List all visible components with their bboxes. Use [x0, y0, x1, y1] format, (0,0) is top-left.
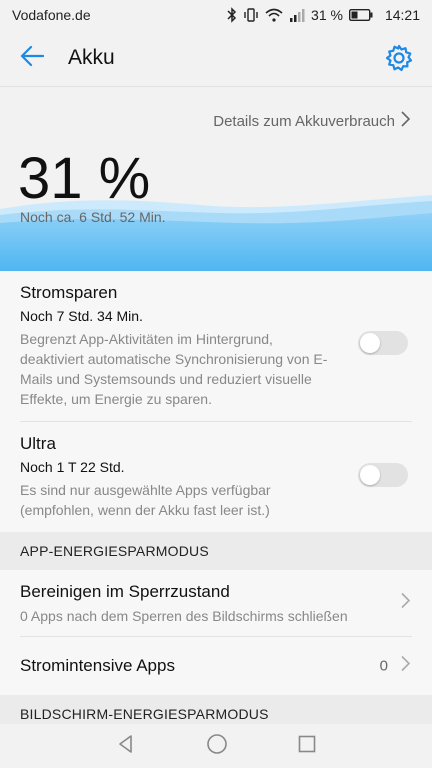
gear-icon — [384, 44, 414, 77]
power-saving-title: Stromsparen — [20, 283, 118, 302]
lock-cleanup-item[interactable]: Bereinigen im Sperrzustand 0 Apps nach d… — [0, 570, 432, 636]
status-bar: Vodafone.de 31 % 14:21 — [0, 0, 432, 30]
nav-recents-button[interactable] — [298, 735, 316, 758]
ultra-title: Ultra — [20, 434, 56, 453]
app-section-header: APP-ENERGIESPARMODUS — [0, 532, 432, 570]
vibrate-icon — [243, 8, 259, 22]
remaining-time: Noch ca. 6 Std. 52 Min. — [20, 209, 166, 225]
battery-icon — [348, 9, 373, 21]
system-nav-bar — [0, 724, 432, 768]
carrier-label: Vodafone.de — [12, 7, 91, 23]
chevron-right-icon — [401, 655, 411, 677]
chevron-right-icon — [401, 111, 411, 131]
power-intensive-apps-title: Stromintensive Apps — [20, 656, 175, 675]
status-icons: 31 % 14:21 — [227, 7, 420, 23]
details-link-label: Details zum Akkuverbrauch — [213, 112, 395, 130]
nav-home-button[interactable] — [206, 733, 228, 760]
power-saving-toggle[interactable] — [358, 331, 408, 355]
settings-content: Stromsparen Noch 7 Std. 34 Min. Begrenzt… — [0, 271, 432, 733]
power-saving-description: Begrenzt App-Aktivitäten im Hintergrund,… — [20, 331, 328, 407]
page-title: Akku — [68, 46, 115, 69]
toggle-knob — [360, 465, 380, 485]
clock-label: 14:21 — [384, 7, 420, 23]
signal-icon — [289, 8, 305, 22]
toggle-knob — [360, 333, 380, 353]
power-modes-card: Stromsparen Noch 7 Std. 34 Min. Begrenzt… — [0, 271, 432, 532]
back-arrow-icon — [20, 45, 45, 72]
ultra-toggle[interactable] — [358, 463, 408, 487]
details-link[interactable]: Details zum Akkuverbrauch — [213, 111, 411, 131]
lock-cleanup-title: Bereinigen im Sperrzustand — [20, 582, 230, 601]
app-bar: Akku — [0, 30, 432, 87]
battery-hero: Details zum Akkuverbrauch 31 % Noch ca. … — [0, 87, 432, 271]
power-intensive-apps-count: 0 — [379, 657, 388, 675]
chevron-right-icon — [401, 592, 411, 614]
bluetooth-icon — [227, 7, 237, 23]
nav-back-button[interactable] — [116, 734, 136, 759]
ultra-item[interactable]: Ultra Noch 1 T 22 Std. Es sind nur ausge… — [0, 422, 432, 532]
power-saving-subtitle: Noch 7 Std. 34 Min. — [20, 308, 143, 324]
battery-wave — [0, 195, 432, 271]
settings-button[interactable] — [384, 43, 414, 73]
power-saving-item[interactable]: Stromsparen Noch 7 Std. 34 Min. Begrenzt… — [0, 271, 432, 421]
ultra-description: Es sind nur ausgewählte Apps verfügbar (… — [20, 482, 271, 518]
app-section-card: Bereinigen im Sperrzustand 0 Apps nach d… — [0, 570, 432, 695]
lock-cleanup-subtitle: 0 Apps nach dem Sperren des Bildschirms … — [20, 608, 348, 624]
battery-percent-label: 31 % — [311, 7, 343, 23]
power-intensive-apps-item[interactable]: Stromintensive Apps 0 — [0, 637, 432, 695]
wifi-icon — [265, 8, 283, 22]
back-button[interactable] — [8, 30, 56, 86]
